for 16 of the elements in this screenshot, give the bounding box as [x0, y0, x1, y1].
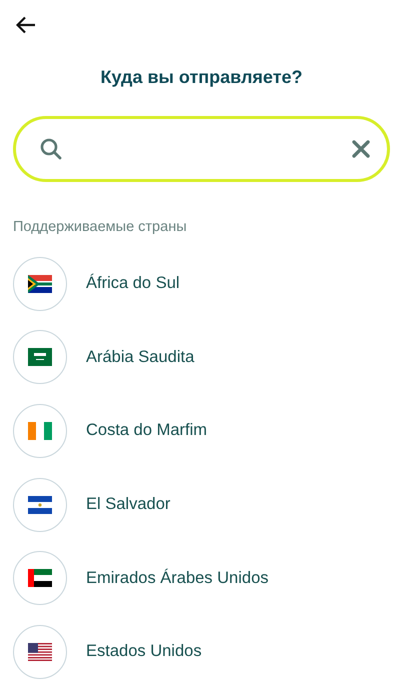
- country-item[interactable]: Costa do Marfim: [0, 394, 403, 468]
- page-title: Куда вы отправляете?: [99, 67, 304, 89]
- search-icon: [39, 137, 63, 161]
- flag-icon: [13, 404, 67, 458]
- country-item[interactable]: Emirados Árabes Unidos: [0, 541, 403, 615]
- flag-icon: [13, 624, 67, 679]
- flag-icon: [13, 330, 67, 384]
- country-item[interactable]: Estados Unidos: [0, 614, 403, 685]
- country-item[interactable]: El Salvador: [0, 468, 403, 542]
- country-item[interactable]: Arábia Saudita: [0, 320, 403, 394]
- flag-icon: [13, 478, 67, 532]
- country-item[interactable]: África do Sul: [0, 247, 403, 321]
- flag-icon: [13, 551, 67, 606]
- flag-icon: [13, 256, 67, 311]
- search-field[interactable]: [13, 116, 390, 182]
- section-label: Поддерживаемые страны: [13, 219, 188, 235]
